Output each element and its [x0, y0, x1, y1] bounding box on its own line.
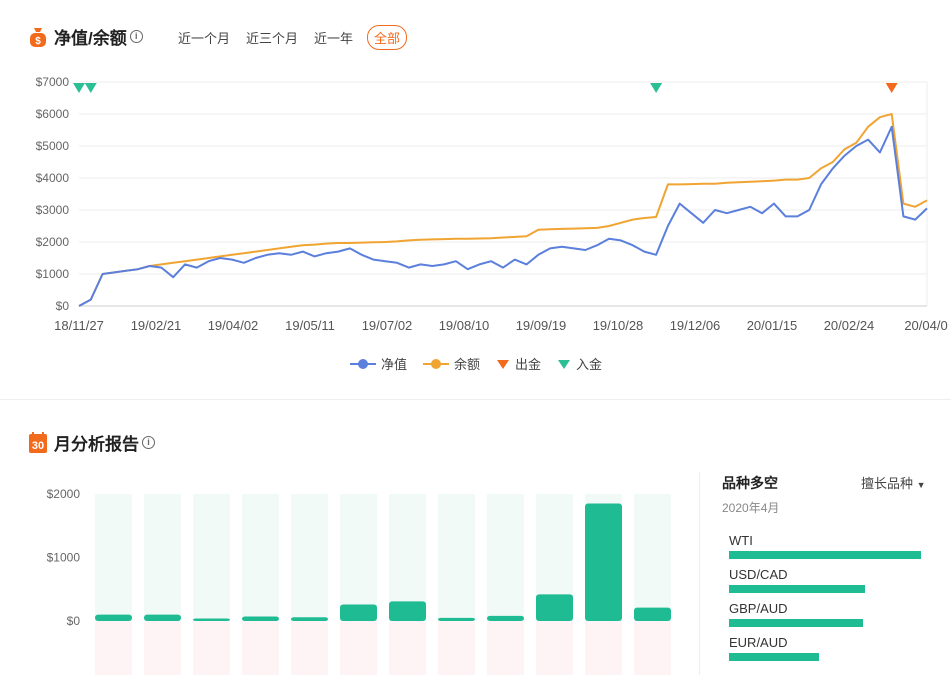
legend-balance-swatch — [423, 358, 450, 369]
x-tick-label: 19/05/11 — [285, 318, 335, 333]
month-bar — [242, 616, 279, 621]
bar-bg-negative — [585, 621, 622, 675]
deposit-marker — [73, 83, 85, 93]
instrument-bar — [729, 653, 820, 661]
bar-bg-positive — [242, 494, 279, 621]
bar-bg-positive — [95, 494, 132, 621]
section-divider — [0, 399, 951, 400]
bar-bg-negative — [291, 621, 328, 675]
month-bar — [193, 618, 230, 621]
legend-withdraw[interactable]: 出金 — [496, 354, 541, 373]
bar-bg-positive — [144, 494, 181, 621]
bar-bg-positive — [193, 494, 230, 621]
month-bar — [585, 503, 622, 621]
y-tick-label: $0 — [56, 299, 70, 313]
legend-balance[interactable]: 余额 — [423, 354, 480, 373]
withdraw-marker — [885, 83, 898, 93]
legend-netvalue-label: 净值 — [381, 357, 408, 372]
month-bar — [291, 617, 328, 621]
month-bar — [487, 615, 524, 621]
x-tick-label: 19/04/02 — [208, 318, 259, 333]
legend-netvalue[interactable]: 净值 — [350, 354, 407, 373]
month-bar — [634, 607, 671, 621]
bar-bg-positive — [291, 494, 328, 621]
bar-bg-positive — [340, 494, 377, 621]
x-tick-label: 19/07/02 — [362, 318, 413, 333]
month-bar — [95, 614, 132, 621]
x-tick-label: 18/11/27 — [54, 318, 104, 333]
deposit-marker — [84, 83, 97, 93]
y-tick-label: $2000 — [36, 235, 70, 249]
x-tick-label: 20/01/15 — [747, 318, 798, 333]
panel-divider — [699, 472, 700, 675]
instrument-label: EUR/AUD — [729, 635, 788, 650]
bar-bg-negative — [634, 621, 671, 675]
x-tick-label: 19/02/21 — [131, 318, 182, 333]
legend-withdraw-label: 出金 — [515, 357, 542, 372]
panel-title: 品种多空 — [722, 475, 778, 491]
instrument-bar — [729, 551, 921, 559]
chart-legend: 净值 余额 出金 入金 — [350, 354, 618, 373]
netvalue-line — [78, 125, 928, 307]
instrument-label: WTI — [729, 533, 753, 548]
bar-bg-negative — [389, 621, 426, 675]
instrument-bar — [729, 585, 866, 593]
deposit-marker — [650, 83, 663, 93]
chevron-down-icon: ▼ — [916, 480, 926, 490]
panel-period: 2020年4月 — [722, 501, 780, 515]
instrument-bar — [729, 619, 864, 627]
y-tick-label: $3000 — [36, 203, 70, 217]
bar-bg-negative — [242, 621, 279, 675]
netvalue-balance-chart: $0 $1000 $2000 $3000 $4000 $5000 $6000 $7000 18/… — [36, 75, 948, 333]
x-tick-label: 20/04/0 — [904, 318, 947, 333]
legend-balance-label: 余额 — [454, 357, 481, 372]
y-tick-label: $7000 — [36, 75, 70, 89]
legend-deposit-swatch — [558, 359, 571, 369]
bar-bg-negative — [340, 621, 377, 675]
month-bar — [389, 601, 426, 621]
legend-deposit[interactable]: 入金 — [557, 354, 602, 373]
month-bar — [438, 617, 475, 621]
month-bar — [536, 594, 573, 621]
bar-bg-negative — [95, 621, 132, 675]
bar-bg-negative — [536, 621, 573, 675]
bar-bg-positive — [634, 494, 671, 621]
month-bar — [144, 614, 181, 621]
svg-text:30: 30 — [32, 440, 44, 452]
month-bar — [340, 604, 377, 621]
bar-bg-positive — [438, 494, 475, 621]
instrument-select[interactable]: 擅长品种 ▼ — [861, 473, 926, 492]
legend-netvalue-swatch — [350, 358, 376, 369]
x-tick-label: 19/10/28 — [593, 318, 644, 333]
calendar-icon: 30 — [29, 431, 47, 453]
x-tick-label: 19/08/10 — [439, 318, 490, 333]
monthly-report-title: 月分析报告 — [54, 435, 139, 454]
y-tick-label: $1000 — [47, 551, 81, 565]
bar-bg-negative — [487, 621, 524, 675]
y-tick-label: $4000 — [36, 171, 70, 185]
legend-deposit-label: 入金 — [576, 357, 603, 372]
y-tick-label: $5000 — [36, 139, 70, 153]
y-tick-label: $6000 — [36, 107, 70, 121]
bar-bg-positive — [487, 494, 524, 621]
x-tick-label: 19/09/19 — [516, 318, 567, 333]
bar-bg-negative — [438, 621, 475, 675]
bar-bg-negative — [144, 621, 181, 675]
monthly-report-section-header: 30 月分析报告 i — [28, 430, 155, 455]
x-tick-label: 19/12/06 — [670, 318, 721, 333]
monthly-bar-chart: $2000 $1000 $0 — [47, 487, 671, 675]
instrument-label: GBP/AUD — [729, 601, 788, 616]
y-tick-label: $0 — [67, 614, 81, 628]
instrument-label: USD/CAD — [729, 567, 788, 582]
legend-withdraw-swatch — [497, 359, 510, 369]
bar-bg-negative — [193, 621, 230, 675]
info-icon[interactable]: i — [142, 436, 155, 449]
y-tick-label: $2000 — [47, 487, 81, 501]
x-tick-label: 20/02/24 — [824, 318, 875, 333]
instrument-select-label: 擅长品种 — [861, 476, 914, 491]
y-tick-label: $1000 — [36, 267, 70, 281]
